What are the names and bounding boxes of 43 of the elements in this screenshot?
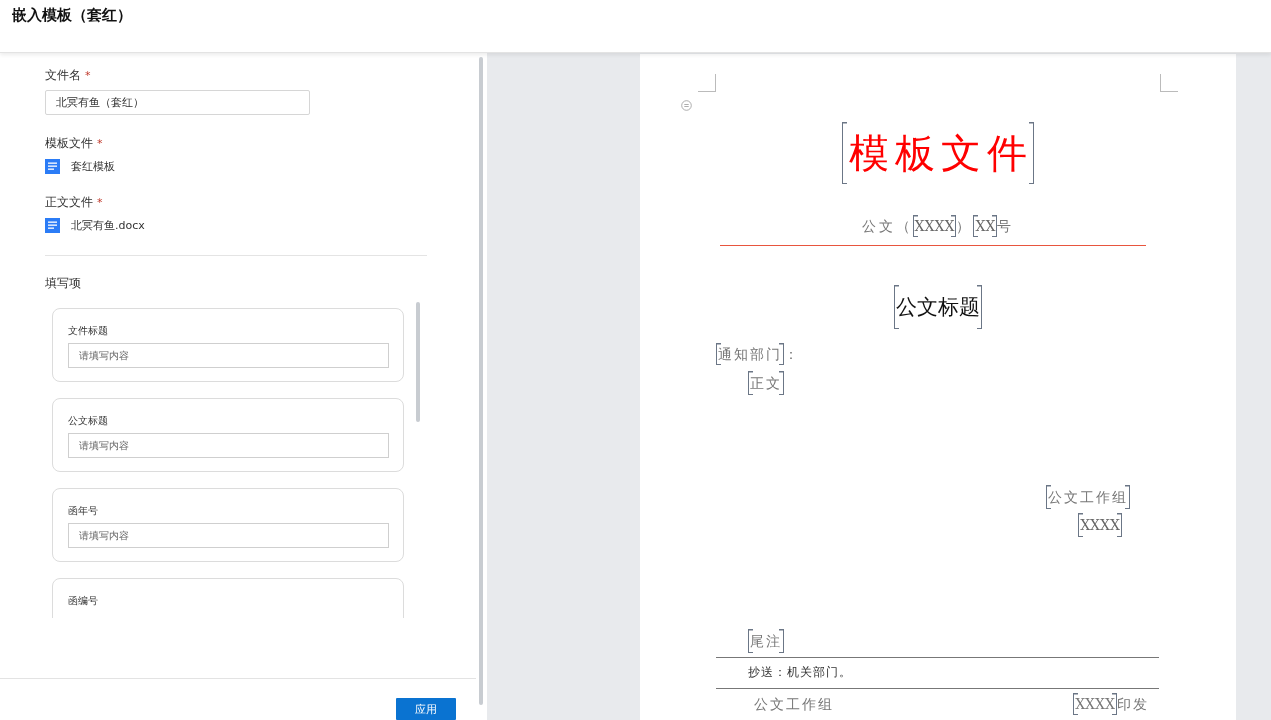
field-label: 文件标题 [68,324,109,338]
document-icon [45,218,60,233]
dialog-title: 嵌入模板（套红） [12,6,132,25]
document-number: 公文（ [861,217,913,236]
file-name[interactable]: 套红模板 [71,159,115,174]
paragraph-icon [681,100,692,111]
document-number: ） [956,217,974,236]
text-input[interactable]: 请填写内容 [68,343,389,368]
field-label: 模板文件 [45,135,93,152]
template-field: 公文工作组 [1046,485,1130,509]
text-input[interactable]: 请填写内容 [68,523,389,548]
field-label: 文件名 [45,67,81,84]
document-icon [45,159,60,174]
recipient-text: ： [784,345,800,364]
document-number: 号 [997,217,1015,236]
scrollbar[interactable] [416,302,420,422]
field-label: 函年号 [68,504,99,518]
required-mark: * [97,196,103,209]
section-title: 填写项 [45,275,82,292]
margin-mark [1160,74,1178,92]
required-mark: * [85,69,91,82]
template-field: 尾注 [748,629,784,653]
issue-text: 印发 [1117,695,1149,714]
field-label: 公文标题 [68,414,109,428]
file-name-input[interactable]: 北冥有鱼（套红） [45,90,310,115]
template-field: 通知部门 [716,343,784,365]
issuer-text: 公文工作组 [754,695,834,714]
text-input[interactable]: 请填写内容 [68,433,389,458]
apply-button[interactable]: 应用 [396,698,456,720]
field-label: 函编号 [68,594,99,608]
template-field: 模板文件 [842,122,1034,184]
cc-text: 抄送：机关部门。 [748,664,852,681]
template-field: XXXX [1078,513,1122,537]
template-field: XXXX [912,215,957,237]
required-mark: * [97,137,103,150]
template-field: 正文 [748,371,784,395]
template-field: XX [973,215,998,237]
template-field: XXXX [1073,693,1117,715]
scrollbar[interactable] [479,57,483,705]
file-name[interactable]: 北冥有鱼.docx [71,218,145,233]
margin-mark [698,74,716,92]
field-label: 正文文件 [45,194,93,211]
template-field: 公文标题 [894,285,982,329]
